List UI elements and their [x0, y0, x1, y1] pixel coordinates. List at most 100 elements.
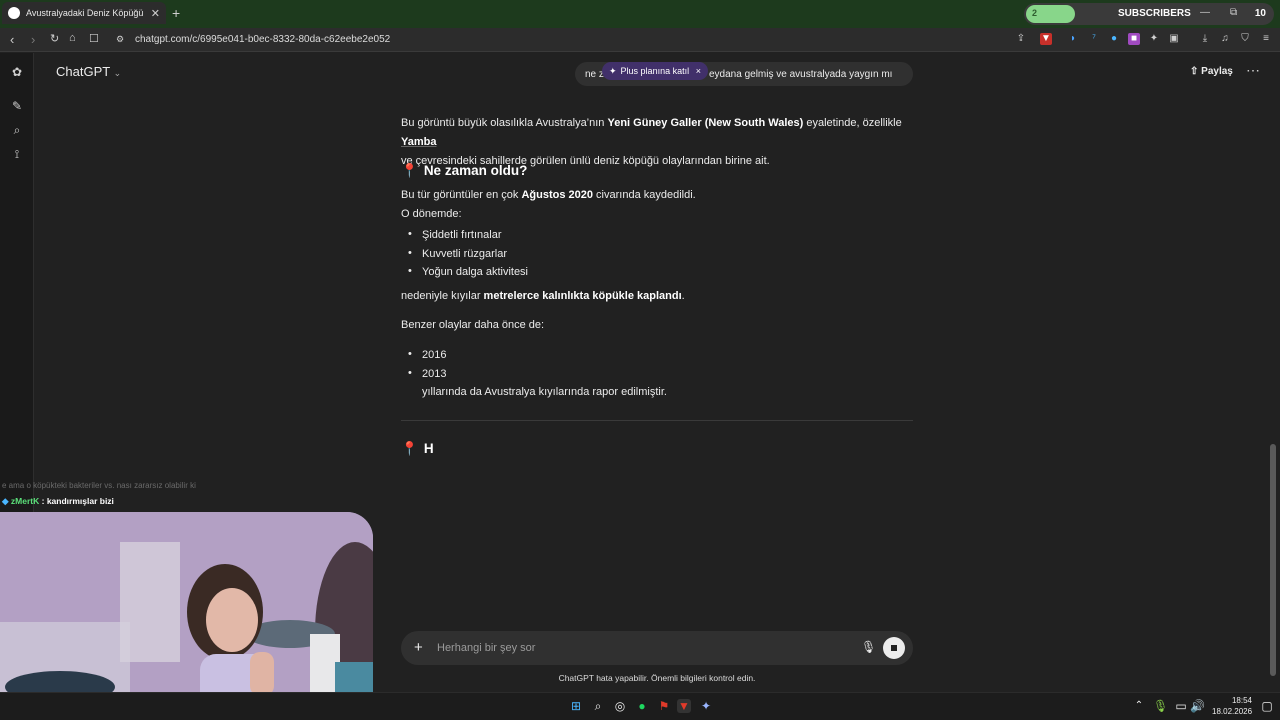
- app-icon[interactable]: ⚑: [657, 699, 671, 713]
- back-icon[interactable]: ‹: [10, 32, 14, 47]
- tab-title: Avustralyadaki Deniz Köpüğü: [26, 8, 144, 18]
- notification-icon[interactable]: ▢: [1260, 699, 1274, 713]
- window-minimize-button[interactable]: —: [1200, 7, 1210, 18]
- browser-tab-active[interactable]: Avustralyadaki Deniz Köpüğü ✕: [2, 2, 166, 24]
- pin-icon: 📍: [401, 163, 418, 178]
- subscriber-current: 2: [1032, 8, 1038, 18]
- extension-icon[interactable]: ■: [1128, 33, 1140, 45]
- answer-text: Bu tür görüntüler en çok: [401, 189, 522, 201]
- close-icon[interactable]: ×: [696, 66, 701, 76]
- answer-text: O dönemde:: [401, 208, 462, 220]
- library-icon[interactable]: ⟟: [10, 147, 24, 161]
- answer-bold: Ağustos 2020: [521, 189, 593, 201]
- model-label: ChatGPT: [56, 64, 110, 79]
- disclaimer-text: ChatGPT hata yapabilir. Önemli bilgileri…: [558, 673, 756, 683]
- vpn-shield-icon[interactable]: ⛉: [1239, 33, 1251, 45]
- microphone-icon[interactable]: 🎙: [1153, 699, 1168, 713]
- list-bullet: •: [408, 265, 412, 277]
- list-continuation: yıllarında da Avustralya kıyılarında rap…: [422, 386, 667, 398]
- download-icon[interactable]: ⤓: [1199, 33, 1211, 45]
- list-item: 2016: [422, 349, 447, 361]
- subscriber-goal-widget: 2 SUBSCRIBERS — ⧉ 10: [1024, 3, 1274, 25]
- search-icon[interactable]: ⌕: [591, 699, 605, 713]
- chat-username: zMertK: [10, 496, 40, 506]
- chatgpt-favicon-icon: [8, 7, 20, 19]
- list-item: Yoğun dalga aktivitesi: [422, 266, 529, 278]
- share-button[interactable]: ⇧ Paylaş: [1190, 66, 1233, 77]
- forward-icon[interactable]: ›: [31, 32, 35, 47]
- home-icon[interactable]: ⌂: [69, 32, 76, 44]
- list-item: Şiddetli fırtınalar: [422, 229, 502, 241]
- clock-time: 18:54: [1231, 696, 1252, 705]
- sparkle-icon: ✦: [609, 65, 617, 76]
- extensions-puzzle-icon[interactable]: ✦: [1148, 33, 1160, 45]
- site-settings-icon[interactable]: ⚙: [116, 34, 124, 45]
- window-restore-button[interactable]: ⧉: [1230, 7, 1237, 18]
- volume-icon[interactable]: 🔊: [1190, 699, 1205, 713]
- list-bullet: •: [408, 348, 412, 360]
- chat-text: : kandırmışlar bizi: [41, 496, 114, 506]
- list-bullet: •: [408, 247, 412, 259]
- share-page-icon[interactable]: ⇪: [1015, 33, 1027, 45]
- spotify-icon[interactable]: ●: [635, 699, 649, 713]
- subscriber-label: SUBSCRIBERS: [1118, 8, 1191, 19]
- microphone-icon[interactable]: 🎙: [861, 640, 876, 654]
- task-view-icon[interactable]: ◎: [613, 699, 627, 713]
- clock-date: 18.02.2026: [1212, 707, 1253, 716]
- answer-text: eyaletinde, özellikle: [803, 117, 902, 129]
- webcam-overlay: [0, 512, 373, 720]
- scrollbar[interactable]: [1270, 444, 1276, 676]
- heading-text: H: [423, 441, 434, 456]
- bookmark-icon[interactable]: ☐: [89, 32, 99, 45]
- extension-icon[interactable]: ⁷: [1088, 33, 1100, 45]
- new-tab-button[interactable]: +: [172, 5, 180, 21]
- sidebar-icon[interactable]: ▣: [1168, 33, 1180, 45]
- answer-text: .: [681, 290, 685, 302]
- plus-upgrade-badge[interactable]: ✦ Plus planına katıl ×: [602, 62, 708, 80]
- browser-tab-strip: Avustralyadaki Deniz Köpüğü ✕ + 2 SUBSCR…: [0, 0, 1280, 28]
- reload-icon[interactable]: ↻: [50, 32, 59, 45]
- pin-icon: 📍: [401, 441, 418, 456]
- message-composer[interactable]: + Herhangi bir şey sor 🎙: [401, 631, 913, 665]
- plus-badge-label: Plus planına katıl: [620, 66, 690, 76]
- brave-shield-icon[interactable]: ▼: [1040, 33, 1052, 45]
- chat-badge-icon: ◆: [2, 496, 9, 506]
- list-item: 2013: [422, 368, 447, 380]
- model-selector[interactable]: ChatGPT ⌄: [56, 64, 121, 79]
- answer-heading-partial: 📍 H: [401, 441, 434, 457]
- answer-bold: metrelerce kalınlıkta köpükle kaplandı: [483, 290, 682, 302]
- answer-text: civarında kaydedildi.: [593, 189, 696, 201]
- answer-text: Bu görüntü büyük olasılıkla Avustralya’n…: [401, 117, 608, 129]
- heading-text: Ne zaman oldu?: [423, 163, 528, 178]
- system-clock[interactable]: 18:54 18.02.2026: [1212, 695, 1252, 717]
- brave-browser-icon[interactable]: ▼: [677, 699, 691, 713]
- browser-toolbar: ‹ › ↻ ⌂ ☐ ⚙ chatgpt.com/c/6995e041-b0ec-…: [0, 28, 1280, 52]
- more-options-icon[interactable]: ⋯: [1246, 62, 1260, 79]
- windows-taskbar: ⊞ ⌕ ◎ ● ⚑ ▼ ✦ ⌃ 🎙 ▭ 🔊 18:54 18.02.2026 ▢: [0, 692, 1280, 720]
- network-icon[interactable]: ▭: [1174, 699, 1188, 713]
- steam-icon[interactable]: ✦: [699, 699, 713, 713]
- answer-text: nedeniyle kıyılar: [401, 290, 484, 302]
- tab-close-icon[interactable]: ✕: [151, 7, 160, 20]
- chevron-up-icon[interactable]: ⌃: [1132, 699, 1146, 713]
- composer-input[interactable]: Herhangi bir şey sor: [437, 642, 535, 654]
- list-item: Kuvvetli rüzgarlar: [422, 248, 507, 260]
- answer-bold: Yeni Güney Galler (New South Wales): [607, 117, 804, 129]
- extension-icon[interactable]: ◗: [1067, 33, 1079, 45]
- menu-icon[interactable]: ≡: [1260, 33, 1272, 45]
- add-attachment-icon[interactable]: +: [414, 639, 423, 656]
- search-icon[interactable]: ⌕: [10, 123, 24, 137]
- section-divider: [401, 420, 913, 421]
- new-chat-icon[interactable]: ✎: [10, 99, 24, 113]
- openai-logo-icon[interactable]: ✿: [10, 65, 24, 79]
- address-bar[interactable]: chatgpt.com/c/6995e041-b0ec-8332-80da-c6…: [135, 34, 390, 45]
- music-icon[interactable]: ♫: [1219, 33, 1231, 45]
- stop-generating-button[interactable]: [883, 637, 905, 659]
- stream-chat-message: ◆ zMertK : kandırmışlar bizi: [2, 496, 114, 507]
- share-label: Paylaş: [1201, 66, 1233, 77]
- answer-link[interactable]: Yamba: [401, 136, 436, 148]
- extension-icon[interactable]: ●: [1108, 33, 1120, 45]
- subscriber-goal: 10: [1254, 8, 1266, 19]
- windows-start-icon[interactable]: ⊞: [569, 699, 583, 713]
- webcam-feed-image: [0, 512, 373, 720]
